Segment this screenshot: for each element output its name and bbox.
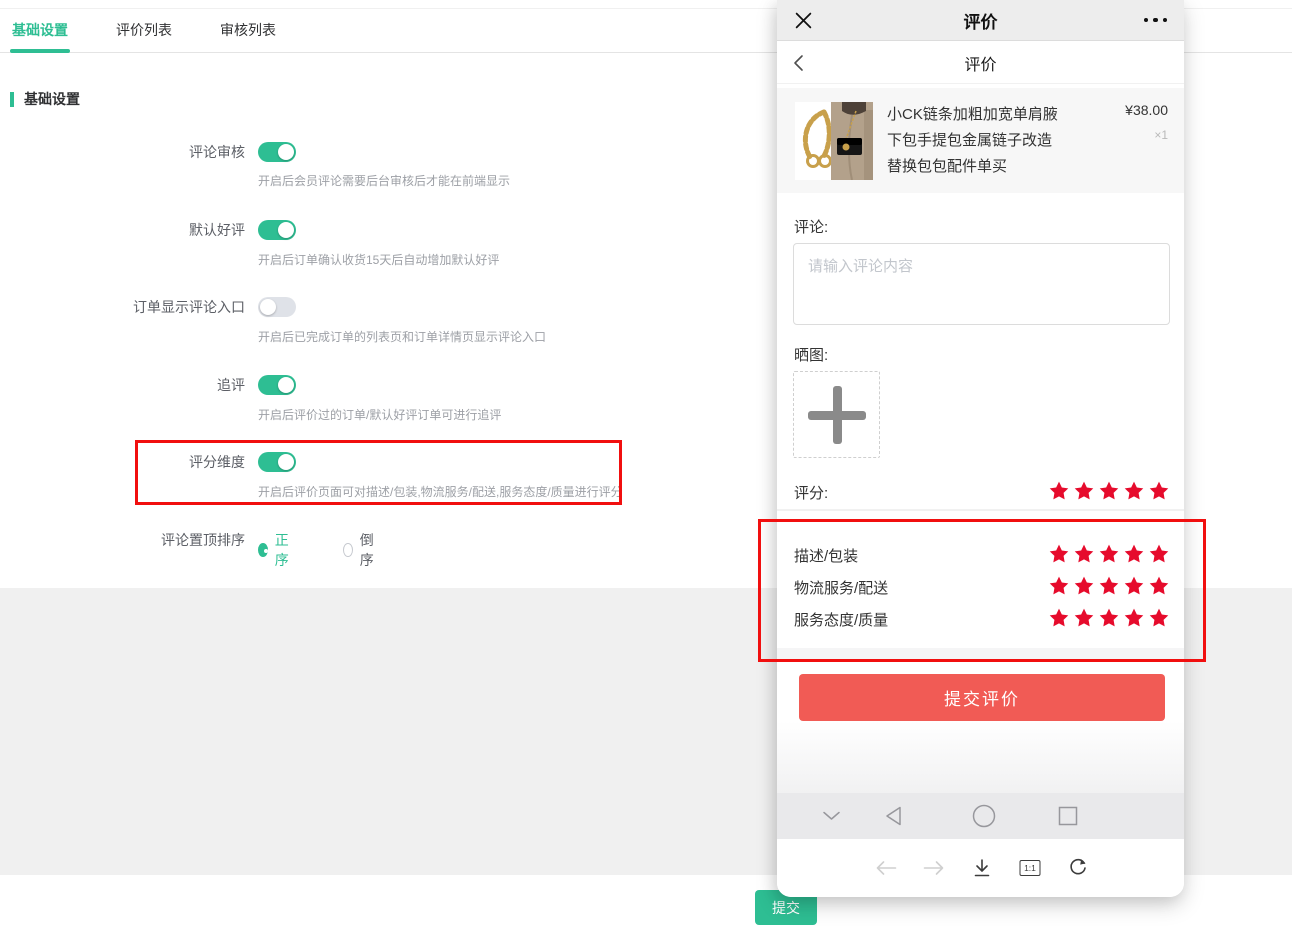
page-bottom-space <box>777 721 1184 793</box>
order-comment-entry-toggle[interactable] <box>258 297 296 317</box>
description-star-rating[interactable] <box>1048 543 1170 565</box>
page-title: 评价 <box>777 51 1184 75</box>
setting-hint: 开启后已完成订单的列表页和订单详情页显示评论入口 <box>258 328 818 345</box>
download-icon[interactable] <box>973 859 991 878</box>
toggle-knob <box>278 377 294 393</box>
rating-label: 评分: <box>794 482 828 503</box>
back-arrow-icon[interactable] <box>875 860 898 876</box>
tab-review-list[interactable]: 评价列表 <box>114 9 174 52</box>
dimension-label-logistics: 物流服务/配送 <box>794 577 888 598</box>
setting-label: 评分维度 <box>0 452 245 473</box>
plus-icon <box>808 386 866 444</box>
setting-hint: 开启后订单确认收货15天后自动增加默认好评 <box>258 251 818 268</box>
product-price: ¥38.00 <box>1125 102 1168 118</box>
toggle-knob <box>260 299 276 315</box>
recents-square-icon[interactable] <box>1058 806 1078 826</box>
collapse-chevron-icon[interactable] <box>823 812 840 821</box>
logistics-star-rating[interactable] <box>1048 575 1170 597</box>
setting-label: 评论置顶排序 <box>0 530 245 551</box>
radio-label: 倒序 <box>360 530 378 570</box>
setting-hint: 开启后评价过的订单/默认好评订单可进行追评 <box>258 406 818 423</box>
divider <box>777 509 1184 511</box>
setting-label: 评论审核 <box>0 142 245 163</box>
wechat-title: 评价 <box>777 8 1184 33</box>
forward-arrow-icon[interactable] <box>923 860 946 876</box>
comment-audit-toggle[interactable] <box>258 142 296 162</box>
setting-hint: 开启后评价页面可对描述/包装,物流服务/配送,服务态度/质量进行评分 <box>258 483 818 500</box>
setting-label: 追评 <box>0 375 245 396</box>
toggle-knob <box>278 144 294 160</box>
dimension-label-service: 服务态度/质量 <box>794 609 888 630</box>
photos-label: 晒图: <box>794 344 828 365</box>
radio-label: 正序 <box>275 530 293 570</box>
follow-up-review-toggle[interactable] <box>258 375 296 395</box>
browser-toolbar: 1:1 <box>777 839 1184 897</box>
page: 基础设置 评价列表 审核列表 基础设置 评论审核 开启后会员评论需要后台审核后才… <box>0 0 1292 931</box>
overall-star-rating[interactable] <box>1048 480 1170 502</box>
default-good-review-toggle[interactable] <box>258 220 296 240</box>
sort-radio-group: 正序 倒序 <box>258 530 378 570</box>
dimension-label-description: 描述/包装 <box>794 545 858 566</box>
tab-basic-settings[interactable]: 基础设置 <box>10 9 70 52</box>
toggle-knob <box>278 454 294 470</box>
radio-dot <box>258 543 268 557</box>
product-card: 小CK链条加粗加宽单肩腋下包手提包金属链子改造替换包包配件单买 ¥38.00 ×… <box>777 88 1184 193</box>
android-nav-bar <box>777 793 1184 839</box>
product-quantity: ×1 <box>1125 128 1168 142</box>
radio-ascending[interactable]: 正序 <box>258 530 293 570</box>
service-star-rating[interactable] <box>1048 607 1170 629</box>
comment-input[interactable] <box>793 243 1170 325</box>
section-gap <box>777 648 1184 662</box>
setting-hint: 开启后会员评论需要后台审核后才能在前端显示 <box>258 172 818 189</box>
inner-navbar: 评价 <box>777 42 1184 84</box>
rating-dimensions-toggle[interactable] <box>258 452 296 472</box>
refresh-icon[interactable] <box>1068 858 1088 878</box>
home-circle-icon[interactable] <box>972 804 996 828</box>
back-triangle-icon[interactable] <box>885 806 902 827</box>
setting-label: 订单显示评论入口 <box>0 297 245 318</box>
radio-descending[interactable]: 倒序 <box>343 530 378 570</box>
setting-label: 默认好评 <box>0 220 245 241</box>
section-title: 基础设置 <box>10 92 80 107</box>
scale-icon[interactable]: 1:1 <box>1020 860 1041 876</box>
submit-review-button[interactable]: 提交评价 <box>799 674 1165 721</box>
phone-preview: 评价 评价 <box>777 0 1184 897</box>
product-image <box>795 102 873 180</box>
photo-upload-button[interactable] <box>793 371 880 458</box>
product-title: 小CK链条加粗加宽单肩腋下包手提包金属链子改造替换包包配件单买 <box>887 102 1101 180</box>
radio-dot <box>343 543 353 557</box>
wechat-titlebar: 评价 <box>777 0 1184 41</box>
tab-audit-list[interactable]: 审核列表 <box>218 9 278 52</box>
toggle-knob <box>278 222 294 238</box>
comment-label: 评论: <box>794 216 828 237</box>
